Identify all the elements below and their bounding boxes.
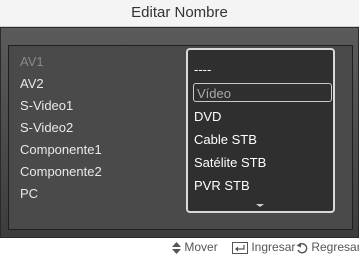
source-item-av2[interactable]: AV2	[20, 75, 44, 93]
hint-move: Mover	[172, 238, 218, 256]
hint-return: Regresar	[296, 238, 359, 256]
option-satelite-stb[interactable]: Satélite STB	[194, 153, 330, 172]
source-item-componente2[interactable]: Componente2	[20, 163, 102, 181]
scroll-down-icon[interactable]	[256, 204, 264, 207]
hint-enter-label: Ingresar	[251, 240, 296, 254]
option-video-selected[interactable]: Vídeo	[193, 83, 332, 102]
option-pvr-stb[interactable]: PVR STB	[194, 176, 330, 195]
option-dvd[interactable]: DVD	[194, 107, 330, 126]
enter-icon	[232, 241, 248, 254]
hint-enter: Ingresar	[232, 238, 295, 256]
source-item-svideo2[interactable]: S-Video2	[20, 119, 73, 137]
source-item-av1[interactable]: AV1	[20, 53, 44, 71]
page-title: Editar Nombre	[0, 0, 359, 27]
name-options-dropdown[interactable]: ---- Vídeo DVD Cable STB Satélite STB PV…	[186, 48, 335, 213]
source-item-pc[interactable]: PC	[20, 185, 38, 203]
footer-hints: Mover Ingresar Regresar	[0, 238, 359, 256]
hint-move-label: Mover	[184, 240, 218, 254]
source-item-componente1[interactable]: Componente1	[20, 141, 102, 159]
source-item-svideo1[interactable]: S-Video1	[20, 97, 73, 115]
option-cable-stb[interactable]: Cable STB	[194, 130, 330, 149]
up-down-arrows-icon	[172, 241, 181, 254]
option-none[interactable]: ----	[194, 60, 330, 79]
return-icon	[296, 242, 308, 254]
hint-return-label: Regresar	[311, 240, 359, 254]
edit-name-screen: Editar Nombre AV1 AV2 S-Video1 S-Video2 …	[0, 0, 359, 256]
